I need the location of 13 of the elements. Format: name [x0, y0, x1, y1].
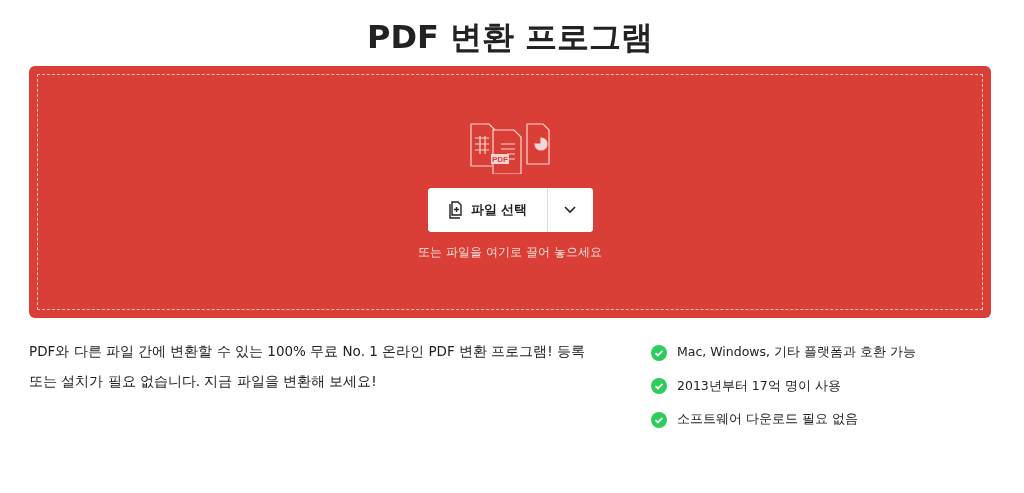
drop-zone[interactable]: PDF 파일 선택 또는 파일을 여기로 끌어 놓으세요: [29, 66, 991, 318]
feature-text: 소프트웨어 다운로드 필요 없음: [677, 411, 858, 429]
feature-text: Mac, Windows, 기타 플랫폼과 호환 가능: [677, 344, 916, 362]
check-circle-icon: [651, 344, 667, 361]
chevron-down-icon: [564, 206, 576, 214]
page-title: PDF 변환 프로그램: [365, 17, 655, 58]
feature-text: 2013년부터 17억 명이 사용: [677, 377, 841, 395]
drop-hint: 또는 파일을 여기로 끌어 놓으세요: [418, 244, 602, 261]
file-add-icon: [446, 201, 463, 219]
check-circle-icon: [651, 411, 667, 428]
choose-file-button[interactable]: 파일 선택: [427, 188, 548, 232]
check-circle-icon: [651, 378, 667, 395]
description-text: PDF와 다른 파일 간에 변환할 수 있는 100% 무료 No. 1 온라인 PDF 변환 프로그램! 등록 또는 설치가 필요 없습니다. 지금 파일을 변환해 보세요!: [29, 342, 586, 391]
